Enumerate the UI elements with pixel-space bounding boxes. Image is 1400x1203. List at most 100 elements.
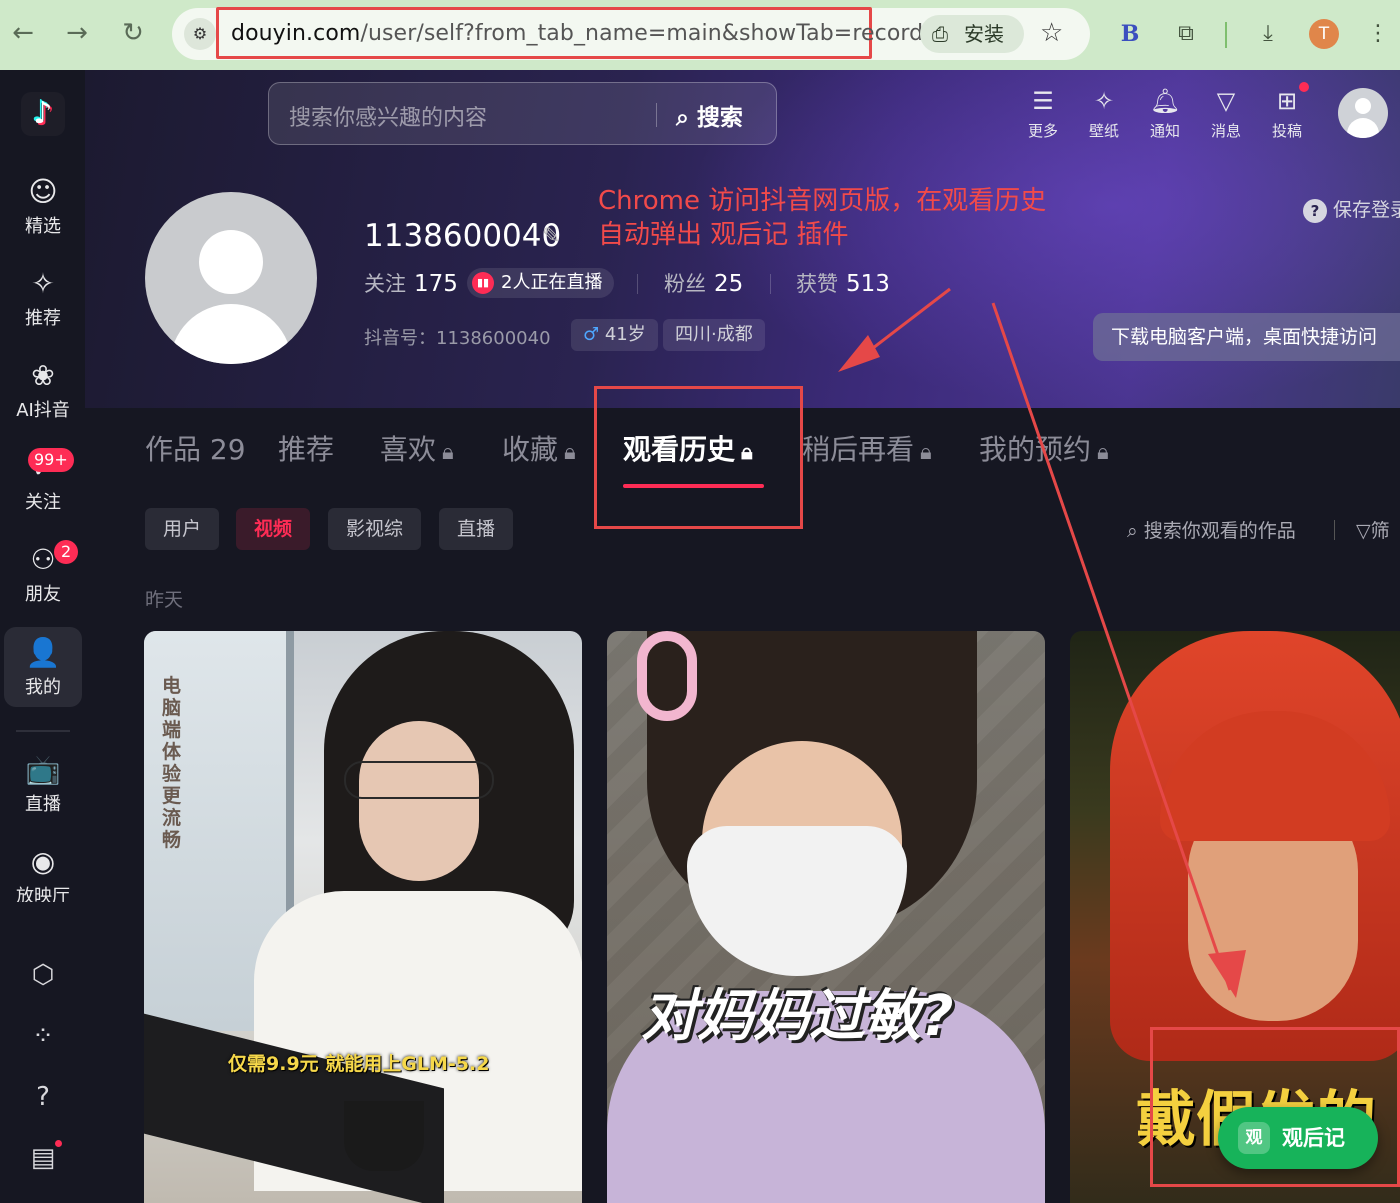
edit-pencil-icon[interactable]: ✎ <box>542 224 560 249</box>
tab-favorites[interactable]: 收藏 🔒︎ <box>502 428 576 468</box>
sidebar-item-label: 直播 <box>25 794 61 815</box>
age-tag: ♂ 41岁 <box>571 319 658 351</box>
douyin-note-icon: ♪ <box>33 96 53 131</box>
chip-users[interactable]: 用户 <box>145 508 220 550</box>
help-icon[interactable]: ? <box>26 1080 60 1114</box>
save-login-help[interactable]: ? 保存登录 <box>1303 195 1400 223</box>
site-settings-icon[interactable]: ⚙ <box>184 18 216 50</box>
browser-profile-avatar[interactable]: T <box>1309 19 1339 49</box>
apps-grid-icon[interactable]: ⁘ <box>26 1019 60 1053</box>
header-item-label: 投稿 <box>1271 122 1302 140</box>
tab-watch-later[interactable]: 稍后再看 🔒︎ <box>802 428 932 468</box>
stat-label: 关注 <box>364 272 406 296</box>
install-icon: ⎙ <box>932 22 948 46</box>
browser-menu-icon[interactable]: ⋮ <box>1362 18 1394 50</box>
tab-reservations[interactable]: 我的预约 🔒︎ <box>979 428 1109 468</box>
search-bar[interactable]: 搜索你感兴趣的内容 ⌕ 搜索 <box>268 82 777 145</box>
url-path: /user/self?from_tab_name=main&showTab=re… <box>360 21 924 46</box>
stat-divider <box>770 274 771 294</box>
tab-label: 喜欢 <box>380 433 437 466</box>
header-upload[interactable]: ⊞ 投稿 <box>1262 86 1312 141</box>
forward-icon[interactable]: → <box>62 18 92 48</box>
lock-icon: 🔒︎ <box>564 440 576 465</box>
tab-label: 稍后再看 <box>802 433 915 466</box>
install-label: 安装 <box>964 22 1004 46</box>
thumbnail-figure <box>359 721 479 881</box>
toolbar-divider <box>1225 22 1227 48</box>
download-icon[interactable]: ⤓ <box>1252 18 1284 50</box>
following-stat[interactable]: 关注 175 <box>364 268 458 298</box>
url-text[interactable]: douyin.com/user/self?from_tab_name=main&… <box>231 21 923 46</box>
url-host: douyin.com <box>231 21 361 46</box>
douyin-logo[interactable]: ♪ <box>21 92 65 136</box>
download-client-banner[interactable]: 下载电脑客户端，桌面快捷访问 <box>1093 313 1400 361</box>
header-item-label: 壁纸 <box>1088 122 1119 140</box>
live-text: 2人正在直播 <box>501 272 603 293</box>
thumbnail-object <box>637 631 697 721</box>
header-more[interactable]: ☰ 更多 <box>1018 86 1068 141</box>
chip-videos[interactable]: 视频 <box>236 508 311 550</box>
header-notifications[interactable]: 🔔︎ 通知 <box>1140 86 1190 141</box>
header-item-label: 消息 <box>1210 122 1241 140</box>
back-icon[interactable]: ← <box>8 18 38 48</box>
sidebar-item-mine[interactable]: 👤 我的 <box>4 627 82 707</box>
tab-label: 作品 29 <box>145 433 246 466</box>
tab-recommend[interactable]: 推荐 <box>278 428 334 468</box>
help-text: 保存登录 <box>1333 199 1400 221</box>
profile-avatar[interactable] <box>145 192 317 364</box>
search-icon: ⌕ <box>1127 520 1144 542</box>
install-app-button[interactable]: ⎙ 安装 <box>920 15 1024 53</box>
annotation-box-tab <box>594 386 803 529</box>
tab-likes[interactable]: 喜欢 🔒︎ <box>380 428 454 468</box>
tv-icon: 📺 <box>25 753 61 786</box>
tab-label: 收藏 <box>502 433 559 466</box>
likes-stat: 获赞 513 <box>796 268 890 298</box>
sidebar-divider <box>16 730 70 732</box>
person-icon: 👤 <box>25 636 61 669</box>
sidebar-item-label: AI抖音 <box>16 400 70 421</box>
sidebar-item-ai-douyin[interactable]: ❀ AI抖音 <box>4 358 82 422</box>
question-icon: ? <box>1303 199 1327 223</box>
left-sidebar: ♪ ☺ 精选 ✧ 推荐 ❀ AI抖音 ✓ 关注 99+ ⚇ 朋友 2 👤 我的 … <box>0 70 85 1203</box>
notification-badge: 99+ <box>28 448 74 472</box>
settings-hexagon-icon[interactable]: ⬡ <box>26 958 60 992</box>
sidebar-item-live[interactable]: 📺 直播 <box>4 752 82 816</box>
reload-icon[interactable]: ↻ <box>118 18 148 48</box>
header-wallpaper[interactable]: ✧ 壁纸 <box>1079 86 1129 141</box>
search-input[interactable]: 搜索你感兴趣的内容 <box>289 100 487 132</box>
sidebar-item-recommend[interactable]: ✧ 推荐 <box>4 266 82 330</box>
bookmark-star-icon[interactable]: ☆ <box>1040 18 1063 48</box>
sidebar-item-featured[interactable]: ☺ 精选 <box>4 174 82 238</box>
menu-icon: ☰ <box>1032 87 1054 115</box>
video-card[interactable]: 电脑端体验更流畅 仅需9.9元 就能用上GLM-5.2 ♡107 <box>144 631 582 1203</box>
stat-value: 513 <box>846 271 890 297</box>
annotation-box-plugin <box>1150 1027 1400 1187</box>
header-messages[interactable]: ▽ 消息 <box>1201 86 1251 141</box>
chip-shows[interactable]: 影视综 <box>328 508 422 550</box>
live-bars-icon: ▮▮ <box>472 272 494 294</box>
extensions-puzzle-icon[interactable]: ⧉ <box>1170 18 1202 50</box>
fans-stat[interactable]: 粉丝 25 <box>664 268 743 298</box>
extension-b-icon[interactable]: B <box>1114 18 1146 50</box>
lock-icon: 🔒︎ <box>920 440 932 465</box>
live-now-pill[interactable]: ▮▮ 2人正在直播 <box>467 268 615 298</box>
history-search[interactable]: ⌕ 搜索你观看的作品 <box>1127 516 1296 543</box>
filter-button[interactable]: ▽筛 <box>1356 516 1390 543</box>
sidebar-item-label: 朋友 <box>25 584 61 605</box>
annotation-text: Chrome 访问抖音网页版，在观看历史 自动弹出 观后记 插件 <box>598 184 1046 252</box>
filter-divider <box>1334 520 1335 540</box>
bell-icon: 🔔︎ <box>1149 87 1181 115</box>
avatar[interactable] <box>1338 88 1388 138</box>
sparkle-icon: ✧ <box>31 267 55 300</box>
address-bar[interactable]: ⚙ douyin.com/user/self?from_tab_name=mai… <box>172 7 1090 60</box>
lock-icon: 🔒︎ <box>1097 440 1109 465</box>
search-button[interactable]: ⌕ 搜索 <box>676 98 743 132</box>
wallpaper-icon: ✧ <box>1093 87 1115 115</box>
feedback-icon[interactable]: ▤ <box>26 1141 60 1175</box>
sidebar-item-theater[interactable]: ◉ 放映厅 <box>4 844 82 902</box>
search-button-label: 搜索 <box>696 105 743 131</box>
chip-live[interactable]: 直播 <box>439 508 514 550</box>
stat-value: 175 <box>414 271 458 297</box>
tab-works[interactable]: 作品 29 <box>145 428 246 468</box>
video-card[interactable]: 对妈妈过敏? ♡9338 <box>607 631 1045 1203</box>
